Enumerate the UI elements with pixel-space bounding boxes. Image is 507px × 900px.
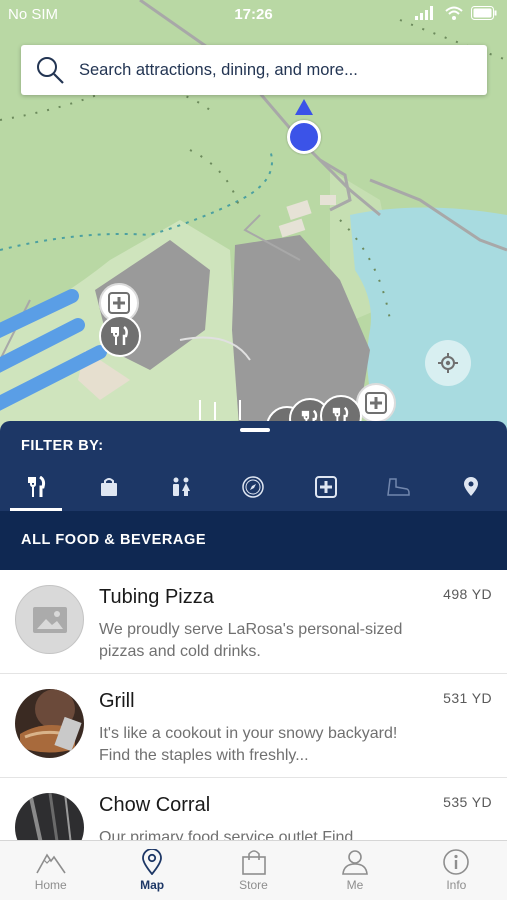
boot-icon	[387, 478, 411, 496]
first-aid-icon	[108, 292, 130, 314]
compass-icon	[242, 476, 265, 498]
filter-locations[interactable]	[435, 463, 507, 511]
heading-arrow-icon	[295, 99, 313, 120]
user-icon	[342, 850, 368, 875]
category-title: ALL FOOD & BEVERAGE	[21, 532, 207, 548]
chow-corral-thumbnail	[15, 793, 84, 840]
fork-knife-icon	[28, 476, 46, 497]
item-distance: 498 YD	[443, 586, 492, 602]
search-bar[interactable]	[21, 45, 487, 95]
tab-bar: Home Map Store Me Info	[0, 840, 507, 900]
filter-food[interactable]	[0, 463, 72, 511]
location-pin-icon	[463, 477, 478, 496]
item-title: Grill	[99, 690, 135, 712]
filter-label: FILTER BY:	[21, 438, 104, 454]
item-distance: 535 YD	[443, 794, 492, 810]
filter-restrooms[interactable]	[145, 463, 217, 511]
search-icon	[37, 57, 64, 84]
item-description: Our primary food service outlet Find	[99, 829, 354, 840]
tab-map[interactable]: Map	[101, 841, 202, 900]
fork-knife-icon	[111, 326, 128, 345]
item-description: We proudly serve LaRosa's personal-sized…	[99, 621, 403, 660]
battery-icon	[471, 6, 497, 20]
shopping-bag-icon	[100, 478, 117, 496]
food-marker[interactable]	[99, 315, 141, 357]
tab-info[interactable]: Info	[406, 841, 507, 900]
map-pin-icon	[142, 849, 163, 875]
image-placeholder-icon	[32, 606, 67, 633]
tab-home[interactable]: Home	[0, 841, 101, 900]
restroom-icon	[173, 477, 191, 496]
filter-panel: FILTER BY:	[0, 421, 507, 511]
first-aid-marker[interactable]	[356, 383, 396, 423]
search-input[interactable]	[79, 60, 459, 80]
item-title: Chow Corral	[99, 794, 211, 816]
tab-label: Info	[446, 878, 467, 892]
item-description: It's like a cookout in your snowy backya…	[99, 725, 398, 764]
crosshair-icon	[438, 353, 458, 373]
list-item[interactable]: Tubing Pizza We proudly serve LaRosa's p…	[0, 570, 507, 674]
list-item[interactable]: Grill It's like a cookout in your snowy …	[0, 674, 507, 778]
first-aid-icon	[365, 392, 387, 414]
filter-options	[0, 463, 507, 511]
item-title: Tubing Pizza	[99, 586, 214, 608]
tab-label: Me	[346, 878, 364, 892]
tab-store[interactable]: Store	[203, 841, 304, 900]
status-bar: No SIM 17:26	[0, 0, 507, 30]
info-icon	[443, 849, 470, 875]
mountain-icon	[36, 853, 66, 874]
shopping-bag-icon	[241, 850, 266, 875]
category-header: ALL FOOD & BEVERAGE	[0, 511, 507, 570]
user-location-dot	[287, 120, 321, 154]
recenter-location-button[interactable]	[425, 340, 471, 386]
grill-thumbnail	[15, 689, 84, 758]
drag-handle[interactable]	[240, 428, 270, 432]
signal-icon	[415, 6, 433, 20]
filter-shopping[interactable]	[72, 463, 144, 511]
item-distance: 531 YD	[443, 690, 492, 706]
venue-list[interactable]: Tubing Pizza We proudly serve LaRosa's p…	[0, 570, 507, 840]
first-aid-icon	[314, 476, 337, 498]
tab-label: Store	[239, 878, 268, 892]
filter-activities[interactable]	[217, 463, 289, 511]
tab-label: Home	[34, 878, 67, 892]
tab-label: Map	[140, 878, 165, 892]
filter-first-aid[interactable]	[290, 463, 362, 511]
placeholder-thumbnail	[15, 585, 84, 654]
tab-me[interactable]: Me	[304, 841, 405, 900]
list-item[interactable]: Chow Corral Our primary food service out…	[0, 778, 507, 840]
filter-rentals[interactable]	[362, 463, 434, 511]
wifi-icon	[445, 6, 463, 20]
